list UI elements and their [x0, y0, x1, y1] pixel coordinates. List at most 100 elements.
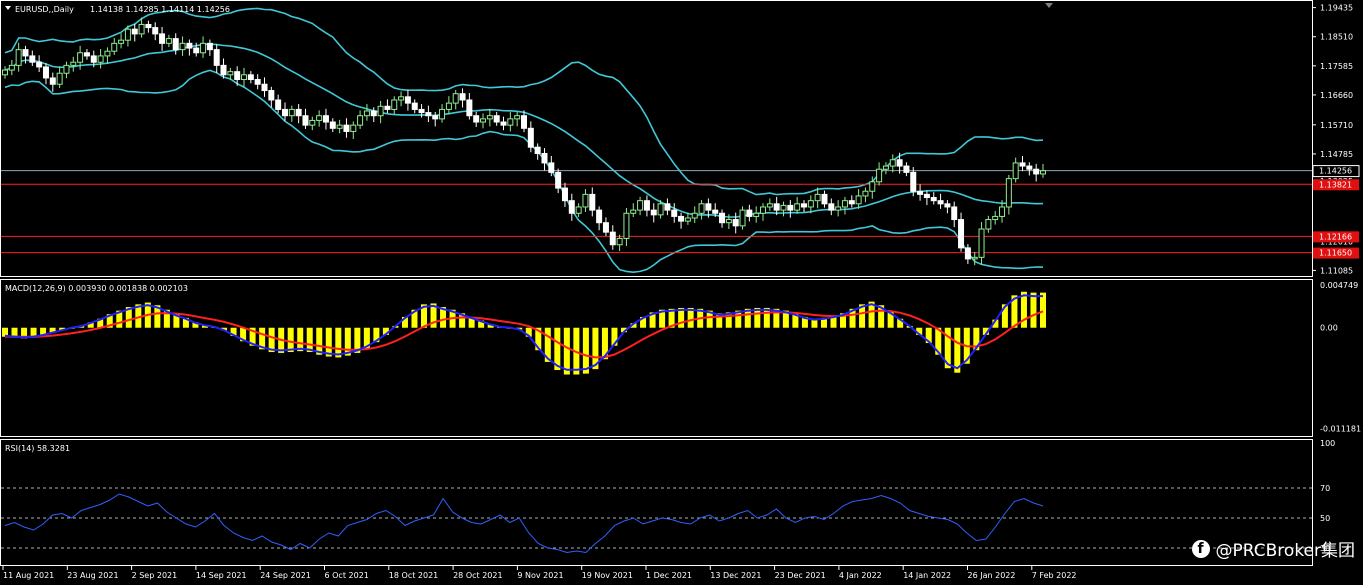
candle-body — [705, 203, 712, 211]
price-axis-label: 1.18510 — [1320, 33, 1353, 42]
candle-body — [862, 190, 869, 197]
candle-body — [118, 39, 125, 44]
candle-body — [466, 99, 473, 117]
candle-body — [602, 222, 609, 233]
candle-body — [657, 203, 664, 216]
candle-body — [814, 193, 821, 202]
candle-body — [268, 90, 275, 101]
candle-body — [445, 102, 452, 110]
candle-body — [821, 193, 828, 205]
candle-body — [548, 162, 555, 173]
candle-body — [1005, 178, 1012, 208]
candle-body — [876, 168, 883, 183]
facebook-icon: f — [1191, 539, 1210, 558]
macd-histogram-bar — [582, 327, 589, 374]
candle-body — [568, 200, 575, 214]
candle-body — [698, 203, 705, 214]
candle-body — [138, 23, 145, 35]
candle-body — [882, 165, 889, 170]
candle-body — [999, 206, 1006, 217]
candle-body — [473, 115, 480, 123]
candle-body — [145, 23, 152, 29]
date-axis-label: 18 Oct 2021 — [389, 571, 438, 580]
candle-body — [889, 159, 896, 167]
candle-body — [63, 64, 70, 74]
candle-body — [275, 99, 282, 110]
candle-body — [616, 237, 623, 246]
candle-body — [712, 209, 719, 214]
candle-body — [295, 108, 302, 117]
candle-body — [555, 171, 562, 189]
candle-body — [49, 77, 56, 85]
candle-body — [903, 165, 910, 173]
candle-body — [159, 33, 166, 44]
date-axis-label: 2 Sep 2021 — [132, 571, 178, 580]
date-axis-label: 13 Dec 2021 — [710, 571, 761, 580]
symbol-title: EURUSD,,Daily — [15, 5, 74, 14]
candle-body — [1019, 162, 1026, 167]
candle-body — [152, 27, 159, 35]
date-axis-label: 24 Sep 2021 — [260, 571, 311, 580]
candle-body — [97, 55, 104, 63]
candle-body — [302, 115, 309, 126]
candle-body — [985, 219, 992, 230]
date-axis-label: 14 Sep 2021 — [196, 571, 247, 580]
candle-body — [507, 118, 514, 126]
macd-axis-label: 0.004749 — [1320, 281, 1358, 290]
candle-body — [329, 121, 336, 129]
rsi-axis-label: 50 — [1320, 514, 1330, 523]
date-axis-label: 19 Nov 2021 — [582, 571, 633, 580]
macd-axis-label: 0.00 — [1320, 324, 1338, 333]
candle-body — [691, 212, 698, 219]
candle-body — [309, 119, 316, 126]
candle-body — [944, 203, 951, 208]
candle-body — [322, 115, 329, 123]
date-axis-label: 28 Oct 2021 — [453, 571, 502, 580]
date-axis-label: 4 Jan 2022 — [839, 571, 882, 580]
macd-histogram-bar — [325, 327, 332, 357]
candle-body — [29, 55, 36, 63]
candle-body — [480, 118, 487, 123]
candle-body — [807, 200, 814, 208]
candle-body — [637, 200, 644, 211]
price-axis-label: 1.14785 — [1320, 150, 1353, 159]
candle-body — [36, 61, 43, 68]
candle-body — [1040, 170, 1046, 175]
candle-body — [15, 49, 22, 66]
trading-chart[interactable]: 1.19435 1.18510 1.17585 1.16660 1.15710 1.147… — [0, 0, 1363, 585]
support-level-tag-label: 1.12166 — [1319, 232, 1352, 241]
candle-body — [971, 256, 978, 260]
candle-body — [432, 115, 439, 120]
candle-body — [739, 209, 746, 227]
candle-body — [90, 55, 97, 63]
candle-body — [220, 64, 227, 76]
date-axis-label: 23 Dec 2021 — [775, 571, 826, 580]
candle-body — [678, 215, 685, 222]
macd-header: MACD(12,26,9) 0.003930 0.001838 0.002103 — [5, 284, 188, 293]
candle-body — [186, 42, 193, 49]
candle-body — [281, 108, 288, 117]
candle-body — [384, 105, 391, 110]
candle-body — [828, 203, 835, 211]
candle-body — [664, 203, 671, 211]
candle-body — [910, 171, 917, 192]
support-level-tag-label: 1.11650 — [1319, 249, 1352, 258]
candle-body — [227, 71, 234, 76]
candle-body — [350, 124, 357, 132]
price-axis-label: 1.11085 — [1320, 266, 1353, 275]
rsi-header: RSI(14) 58.3281 — [5, 444, 70, 453]
candle-body — [418, 108, 425, 114]
candle-body — [316, 115, 323, 121]
candle-body — [575, 206, 582, 214]
candle-body — [1033, 168, 1040, 175]
candle-body — [896, 159, 903, 167]
candle-body — [500, 121, 507, 126]
candle-body — [630, 209, 637, 214]
macd-histogram-bar — [335, 327, 342, 358]
candle-body — [561, 187, 568, 202]
candle-body — [241, 74, 248, 81]
date-axis-label: 1 Dec 2021 — [646, 571, 692, 580]
candle-body — [486, 115, 493, 120]
candle-body — [22, 49, 29, 57]
candle-body — [288, 108, 295, 117]
